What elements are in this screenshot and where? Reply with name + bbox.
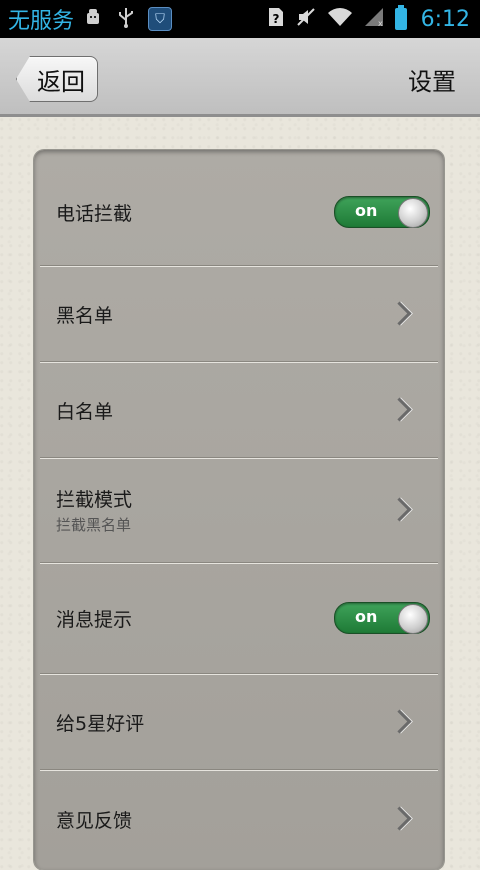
call-block-label: 电话拦截	[56, 202, 133, 225]
svg-text:?: ?	[272, 12, 279, 26]
signal-icon: x	[363, 6, 385, 32]
notification-toggle-label: on	[355, 607, 378, 626]
svg-text:x: x	[378, 19, 383, 28]
status-icons-right: ? x 6:12	[267, 5, 470, 32]
chevron-right-icon	[387, 709, 412, 734]
mute-icon	[295, 6, 317, 32]
chevron-right-icon	[387, 497, 412, 522]
whitelist-row[interactable]: 白名单	[40, 363, 438, 457]
feedback-row[interactable]: 意见反馈	[40, 771, 438, 867]
notification-row: 消息提示 on	[40, 564, 438, 672]
toggle-knob-icon	[398, 604, 428, 634]
toggle-knob-icon	[398, 198, 428, 228]
status-icons-left: ⛉	[82, 6, 173, 32]
back-button-label: 返回	[37, 67, 85, 96]
call-block-row: 电话拦截 on	[40, 160, 438, 264]
carrier-text: 无服务	[8, 9, 75, 34]
call-block-toggle[interactable]: on	[334, 196, 430, 228]
notification-label: 消息提示	[56, 608, 133, 631]
chevron-right-icon	[387, 397, 412, 422]
feedback-label: 意见反馈	[56, 809, 133, 832]
shield-app-icon: ⛉	[148, 7, 173, 31]
settings-panel: 电话拦截 on 黑名单 白名单 拦截模式 拦截黑名单 消息提示 on 给5星好评	[34, 150, 444, 870]
blacklist-label: 黑名单	[56, 304, 114, 327]
notification-toggle[interactable]: on	[334, 602, 430, 634]
chevron-right-icon	[387, 301, 412, 326]
back-button[interactable]: 返回	[16, 56, 98, 102]
block-mode-value: 拦截黑名单	[56, 516, 132, 534]
block-mode-label: 拦截模式	[56, 489, 133, 511]
clock-text: 6:12	[420, 6, 470, 32]
page-title: 设置	[408, 68, 456, 96]
rate-row[interactable]: 给5星好评	[40, 675, 438, 769]
block-mode-row[interactable]: 拦截模式 拦截黑名单	[40, 459, 438, 561]
blacklist-row[interactable]: 黑名单	[40, 267, 438, 361]
title-bar: 返回 设置	[0, 38, 480, 117]
status-bar: 无服务 ⛉ ? x 6:12	[0, 0, 480, 38]
call-block-toggle-label: on	[355, 201, 378, 220]
rate-label: 给5星好评	[56, 712, 145, 735]
battery-icon	[394, 5, 407, 30]
usb-icon	[116, 6, 136, 32]
whitelist-label: 白名单	[56, 400, 114, 423]
sim-unknown-icon: ?	[267, 6, 285, 32]
wifi-icon	[327, 6, 353, 32]
android-debug-icon	[82, 6, 104, 32]
chevron-right-icon	[387, 806, 412, 831]
